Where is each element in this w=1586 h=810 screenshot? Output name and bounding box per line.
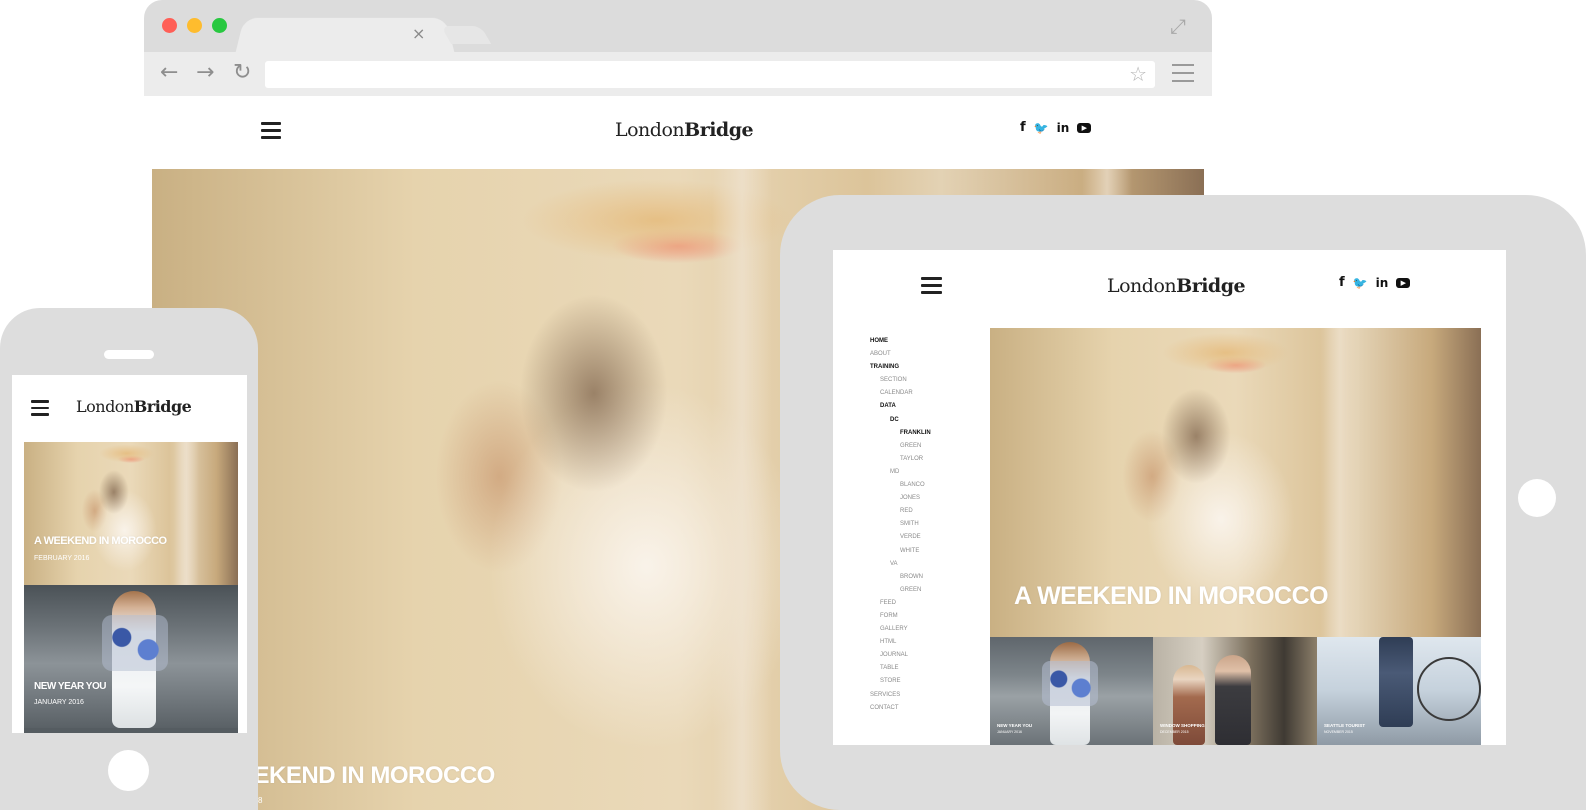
- sidebar-item-gallery[interactable]: GALLERY: [870, 623, 931, 636]
- tab-close-icon[interactable]: ×: [412, 24, 425, 43]
- youtube-icon[interactable]: ▶: [1396, 277, 1411, 288]
- site-logo[interactable]: LondonBridge: [1107, 275, 1246, 297]
- post-date: FEBRUARY 2016: [34, 555, 90, 562]
- sidebar-item-taylor[interactable]: TAYLOR: [870, 453, 931, 466]
- sidebar-item-services[interactable]: SERVICES: [870, 689, 931, 702]
- hero-title[interactable]: EEKEND IN MOROCCO: [238, 762, 495, 790]
- next-post-image[interactable]: [24, 728, 238, 733]
- post-title: SEATTLE TOURIST: [1324, 723, 1366, 728]
- sidebar-item-green[interactable]: GREEN: [870, 584, 931, 597]
- post-thumbnail[interactable]: NEW YEAR YOU JANUARY 2016: [990, 637, 1153, 745]
- sidebar-item-feed[interactable]: FEED: [870, 597, 931, 610]
- twitter-icon[interactable]: 🐦: [1034, 121, 1049, 135]
- phone-screen: LondonBridge A WEEKEND IN MOROCCO FEBRUA…: [12, 375, 247, 733]
- expand-icon[interactable]: ⤢: [1170, 14, 1186, 38]
- url-input[interactable]: [265, 61, 1115, 88]
- linkedin-icon[interactable]: in: [1376, 276, 1389, 290]
- hamburger-menu-icon[interactable]: [261, 122, 281, 143]
- close-window-button[interactable]: [162, 18, 177, 33]
- post-thumbnail[interactable]: WINDOW SHOPPING DECEMBER 2015: [1153, 637, 1317, 745]
- site-logo[interactable]: LondonBridge: [76, 397, 192, 416]
- sidebar-item-section[interactable]: SECTION: [870, 374, 931, 387]
- phone-speaker: [104, 350, 154, 359]
- forward-arrow-icon[interactable]: →: [196, 62, 214, 84]
- back-arrow-icon[interactable]: ←: [160, 62, 178, 84]
- post-title: WINDOW SHOPPING: [1160, 723, 1205, 728]
- post-title[interactable]: NEW YEAR YOU: [34, 681, 106, 692]
- hamburger-menu-icon[interactable]: [921, 277, 942, 298]
- sidebar-nav: HOME ABOUT TRAINING SECTION CALENDAR DATA DC FR…: [870, 335, 931, 715]
- sidebar-item-white[interactable]: WHITE: [870, 545, 931, 558]
- sidebar-item-brown[interactable]: BROWN: [870, 571, 931, 584]
- phone-mockup: LondonBridge A WEEKEND IN MOROCCO FEBRUA…: [0, 308, 258, 810]
- sidebar-item-html[interactable]: HTML: [870, 636, 931, 649]
- sidebar-item-verde[interactable]: VERDE: [870, 531, 931, 544]
- sidebar-item-smith[interactable]: SMITH: [870, 518, 931, 531]
- sidebar-item-dc[interactable]: DC: [870, 414, 931, 427]
- site-header: LondonBridge f 🐦 in ▶: [144, 96, 1212, 169]
- post-date: DECEMBER 2015: [1160, 730, 1189, 734]
- sidebar-item-store[interactable]: STORE: [870, 675, 931, 688]
- sidebar-item-about[interactable]: ABOUT: [870, 348, 931, 361]
- post-image[interactable]: [24, 585, 238, 728]
- browser-menu-icon[interactable]: [1172, 64, 1194, 88]
- facebook-icon[interactable]: f: [1339, 275, 1345, 290]
- phone-home-button[interactable]: [108, 750, 149, 791]
- linkedin-icon[interactable]: in: [1057, 121, 1070, 135]
- post-date: NOVEMBER 2015: [1324, 730, 1353, 734]
- sidebar-item-jones[interactable]: JONES: [870, 492, 931, 505]
- sidebar-item-blanco[interactable]: BLANCO: [870, 479, 931, 492]
- youtube-icon[interactable]: ▶: [1077, 122, 1092, 133]
- post-image[interactable]: [24, 442, 238, 585]
- tablet-screen: LondonBridge f 🐦 in ▶ HOME ABOUT TRAINING S…: [833, 250, 1506, 745]
- bookmark-star-icon[interactable]: ☆: [1129, 62, 1147, 86]
- sidebar-item-contact[interactable]: CONTACT: [870, 702, 931, 715]
- facebook-icon[interactable]: f: [1020, 120, 1026, 135]
- hero-title[interactable]: A WEEKEND IN MOROCCO: [1014, 582, 1329, 611]
- sidebar-item-training[interactable]: TRAINING: [870, 361, 931, 374]
- twitter-icon[interactable]: 🐦: [1353, 276, 1368, 290]
- post-date: JANUARY 2016: [34, 699, 84, 706]
- minimize-window-button[interactable]: [187, 18, 202, 33]
- sidebar-item-table[interactable]: TABLE: [870, 662, 931, 675]
- sidebar-item-journal[interactable]: JOURNAL: [870, 649, 931, 662]
- site-logo[interactable]: LondonBridge: [615, 119, 754, 141]
- post-title: NEW YEAR YOU: [997, 723, 1033, 728]
- social-links: f 🐦 in ▶: [1020, 120, 1092, 135]
- sidebar-item-red[interactable]: RED: [870, 505, 931, 518]
- maximize-window-button[interactable]: [212, 18, 227, 33]
- post-thumbnail[interactable]: SEATTLE TOURIST NOVEMBER 2015: [1317, 637, 1481, 745]
- post-title[interactable]: A WEEKEND IN MOROCCO: [34, 535, 167, 547]
- sidebar-item-va[interactable]: VA: [870, 558, 931, 571]
- social-links: f 🐦 in ▶: [1339, 275, 1411, 290]
- post-date: JANUARY 2016: [997, 730, 1022, 734]
- tablet-home-button[interactable]: [1518, 479, 1556, 517]
- hamburger-menu-icon[interactable]: [31, 400, 49, 420]
- sidebar-item-md[interactable]: MD: [870, 466, 931, 479]
- sidebar-item-home[interactable]: HOME: [870, 335, 931, 348]
- sidebar-item-green[interactable]: GREEN: [870, 440, 931, 453]
- sidebar-item-data[interactable]: DATA: [870, 400, 931, 413]
- sidebar-item-franklin[interactable]: FRANKLIN: [870, 427, 931, 440]
- address-bar[interactable]: ☆: [265, 61, 1155, 88]
- reload-icon[interactable]: ↻: [233, 62, 251, 84]
- sidebar-item-form[interactable]: FORM: [870, 610, 931, 623]
- sidebar-item-calendar[interactable]: CALENDAR: [870, 387, 931, 400]
- tablet-mockup: LondonBridge f 🐦 in ▶ HOME ABOUT TRAINING S…: [780, 195, 1586, 810]
